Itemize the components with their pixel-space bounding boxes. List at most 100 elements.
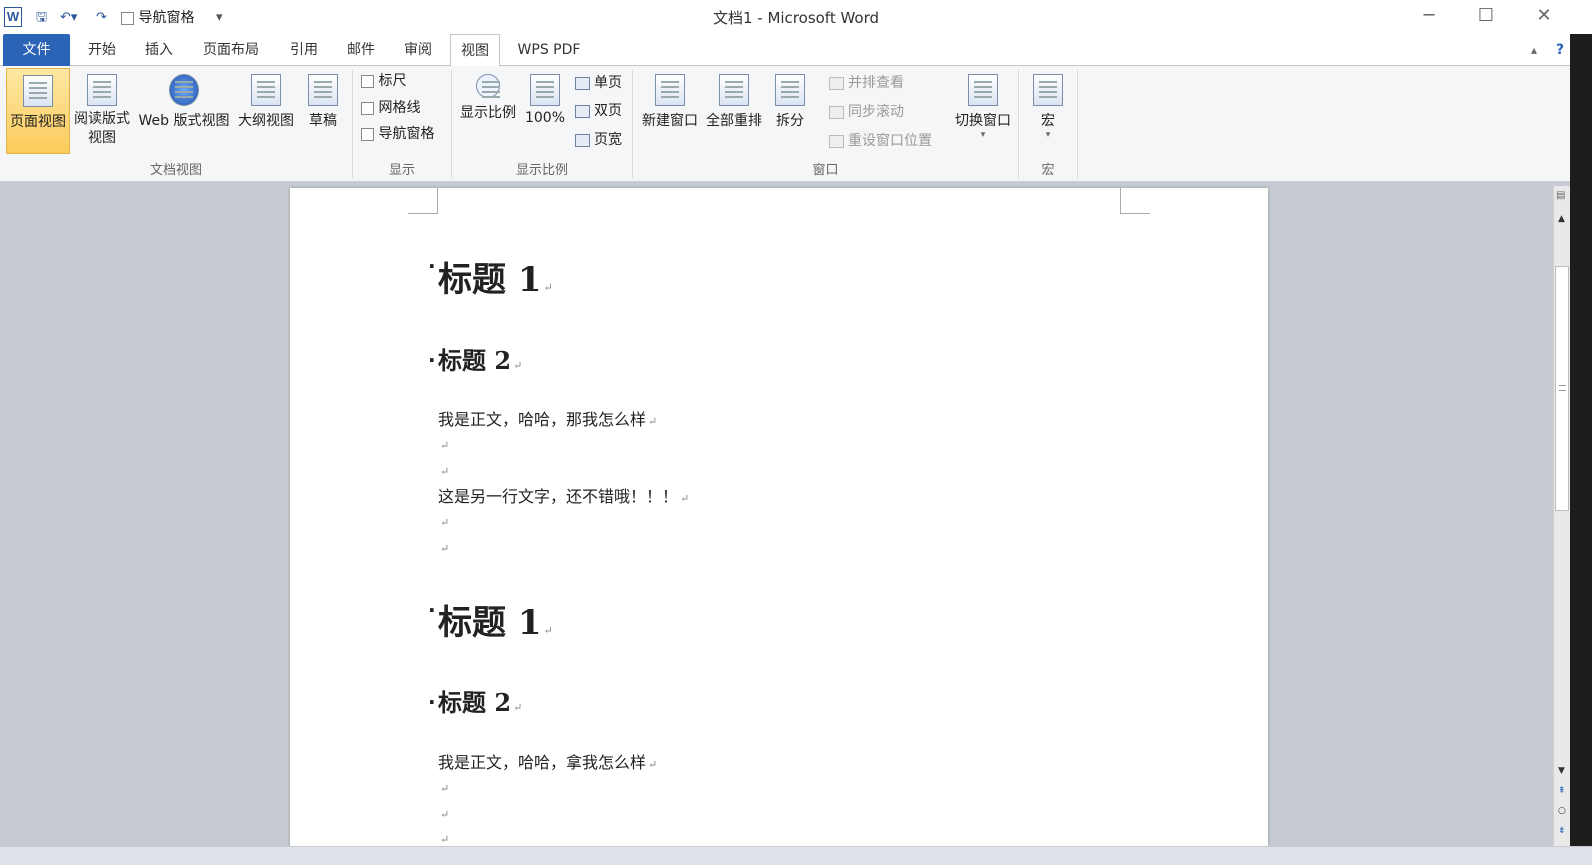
- vertical-scrollbar[interactable]: ▤ ▲ ▼ ⇞ ○ ⇟: [1553, 186, 1570, 846]
- split-button[interactable]: 拆分: [770, 68, 810, 154]
- body-paragraph[interactable]: 我是正文，哈哈，那我怎么样 ↵: [438, 406, 657, 430]
- scroll-thumb[interactable]: [1555, 266, 1569, 511]
- paragraph-mark-icon: ↵: [440, 439, 450, 452]
- help-icon[interactable]: ?: [1550, 34, 1570, 66]
- reset-window-position-button[interactable]: 重设窗口位置: [829, 130, 932, 152]
- body-text: 我是正文，哈哈，那我怎么样: [438, 410, 647, 429]
- tab-home[interactable]: 开始: [78, 34, 126, 66]
- previous-page-icon[interactable]: ⇞: [1558, 786, 1566, 796]
- scroll-down-icon[interactable]: ▼: [1558, 766, 1565, 776]
- document-page[interactable]: · 标题 1 ↵ · 标题 2 ↵ 我是正文，哈哈，那我怎么样 ↵ ↵ ↵ 这是另一行…: [290, 188, 1268, 858]
- tab-wps-pdf[interactable]: WPS PDF: [508, 34, 590, 66]
- next-page-icon[interactable]: ⇟: [1558, 826, 1566, 836]
- browse-object-icon[interactable]: ○: [1558, 806, 1566, 816]
- side-by-side-label: 并排查看: [848, 75, 904, 91]
- one-page-button[interactable]: 单页: [575, 72, 622, 94]
- heading-2-text: 标题 2: [438, 346, 512, 375]
- new-window-button[interactable]: 新建窗口: [638, 68, 702, 154]
- body-paragraph[interactable]: 我是正文，哈哈，拿我怎么样 ↵: [438, 749, 657, 773]
- switch-windows-label: 切换窗口: [955, 113, 1011, 129]
- arrange-all-button[interactable]: 全部重排: [703, 68, 765, 154]
- thumb-grip-icon: [1559, 385, 1566, 391]
- ribbon-tabs: 文件 开始 插入 页面布局 引用 邮件 审阅 视图 WPS PDF ▴ ?: [0, 34, 1592, 67]
- tab-references[interactable]: 引用: [280, 34, 328, 66]
- zoom-100-button[interactable]: 100%: [522, 68, 568, 154]
- heading-bullet-icon: ·: [428, 254, 436, 278]
- group-label-zoom: 显示比例: [515, 163, 568, 178]
- draft-view-button[interactable]: 草稿: [300, 68, 346, 154]
- split-icon: [775, 74, 805, 106]
- paragraph-mark-icon: ↵: [440, 516, 450, 529]
- heading-2[interactable]: 标题 2 ↵: [438, 341, 522, 376]
- paragraph-mark-icon: ↵: [440, 465, 450, 478]
- checkbox-icon: [361, 127, 374, 141]
- zoom-label: 显示比例: [460, 105, 516, 121]
- empty-paragraph[interactable]: ↵: [438, 777, 449, 796]
- empty-paragraph[interactable]: ↵: [438, 434, 449, 453]
- arrange-all-label: 全部重排: [706, 113, 762, 129]
- dropdown-arrow-icon: ▾: [1045, 130, 1051, 140]
- tab-page-layout[interactable]: 页面布局: [194, 34, 268, 66]
- heading-1[interactable]: 标题 1 ↵: [438, 595, 553, 644]
- empty-paragraph[interactable]: ↵: [438, 537, 449, 556]
- web-view-button[interactable]: Web 版式视图: [134, 68, 234, 154]
- empty-paragraph[interactable]: ↵: [438, 460, 449, 479]
- page-width-button[interactable]: 页宽: [575, 129, 622, 151]
- one-page-icon: [575, 76, 590, 90]
- reset-position-label: 重设窗口位置: [848, 133, 932, 149]
- paragraph-mark-icon: ↵: [513, 701, 523, 714]
- reading-view-button[interactable]: 阅读版式 视图: [71, 68, 133, 154]
- ruler-toggle-icon[interactable]: ▤: [1556, 190, 1565, 201]
- paragraph-mark-icon: ↵: [440, 542, 450, 555]
- margin-corner-mark: [408, 188, 438, 214]
- switch-windows-button[interactable]: 切换窗口 ▾: [950, 68, 1016, 154]
- tab-review[interactable]: 审阅: [394, 34, 442, 66]
- tab-insert[interactable]: 插入: [135, 34, 183, 66]
- gridlines-checkbox[interactable]: 网格线: [361, 97, 420, 119]
- tab-file[interactable]: 文件: [3, 34, 70, 66]
- ribbon-view: 页面视图 阅读版式 视图 Web 版式视图 大纲视图 草稿 文档视图 标尺 网格线…: [0, 66, 1592, 182]
- sync-scroll-button[interactable]: 同步滚动: [829, 101, 904, 123]
- paragraph-mark-icon: ↵: [440, 833, 450, 846]
- side-by-side-icon: [829, 76, 844, 90]
- scroll-up-icon[interactable]: ▲: [1558, 214, 1565, 224]
- page-width-label: 页宽: [594, 132, 622, 148]
- paragraph-mark-icon: ↵: [680, 492, 690, 505]
- sync-scroll-icon: [829, 105, 844, 119]
- outline-view-button[interactable]: 大纲视图: [235, 68, 297, 154]
- empty-paragraph[interactable]: ↵: [438, 803, 449, 822]
- side-by-side-button[interactable]: 并排查看: [829, 72, 904, 94]
- window-title: 文档1 - Microsoft Word: [712, 9, 880, 27]
- new-window-label: 新建窗口: [642, 113, 698, 129]
- zoom-button[interactable]: 显示比例: [456, 68, 520, 154]
- maximize-button[interactable]: ☐: [1466, 4, 1506, 28]
- nav-pane-checkbox[interactable]: 导航窗格: [361, 123, 434, 145]
- close-button[interactable]: ✕: [1524, 4, 1564, 28]
- group-label-macros: 宏: [1041, 163, 1055, 178]
- heading-2[interactable]: 标题 2 ↵: [438, 683, 522, 718]
- tab-view[interactable]: 视图: [450, 34, 500, 67]
- empty-paragraph[interactable]: ↵: [438, 828, 449, 847]
- page-view-button[interactable]: 页面视图: [6, 68, 70, 154]
- group-label-window: 窗口: [812, 163, 839, 178]
- new-window-icon: [655, 74, 685, 106]
- tab-mailings[interactable]: 邮件: [337, 34, 385, 66]
- window-edge: [1570, 34, 1592, 865]
- body-paragraph[interactable]: 这是另一行文字，还不错哦！！！ ↵: [438, 483, 689, 507]
- arrange-all-icon: [719, 74, 749, 106]
- macros-button[interactable]: 宏 ▾: [1026, 68, 1070, 154]
- two-pages-label: 双页: [594, 103, 622, 119]
- heading-bullet-icon: ·: [428, 348, 436, 372]
- heading-1[interactable]: 标题 1 ↵: [438, 252, 553, 301]
- zoom-100-label: 100%: [524, 110, 566, 126]
- collapse-ribbon-icon[interactable]: ▴: [1524, 34, 1544, 66]
- minimize-button[interactable]: ─: [1409, 4, 1449, 28]
- heading-bullet-icon: ·: [428, 690, 436, 714]
- outline-label: 大纲视图: [238, 113, 294, 129]
- page-100-icon: [530, 74, 560, 106]
- reading-view-label-1: 阅读版式: [74, 111, 130, 127]
- two-pages-button[interactable]: 双页: [575, 100, 622, 122]
- empty-paragraph[interactable]: ↵: [438, 511, 449, 530]
- heading-bullet-icon: ·: [428, 598, 436, 622]
- ruler-checkbox[interactable]: 标尺: [361, 70, 406, 92]
